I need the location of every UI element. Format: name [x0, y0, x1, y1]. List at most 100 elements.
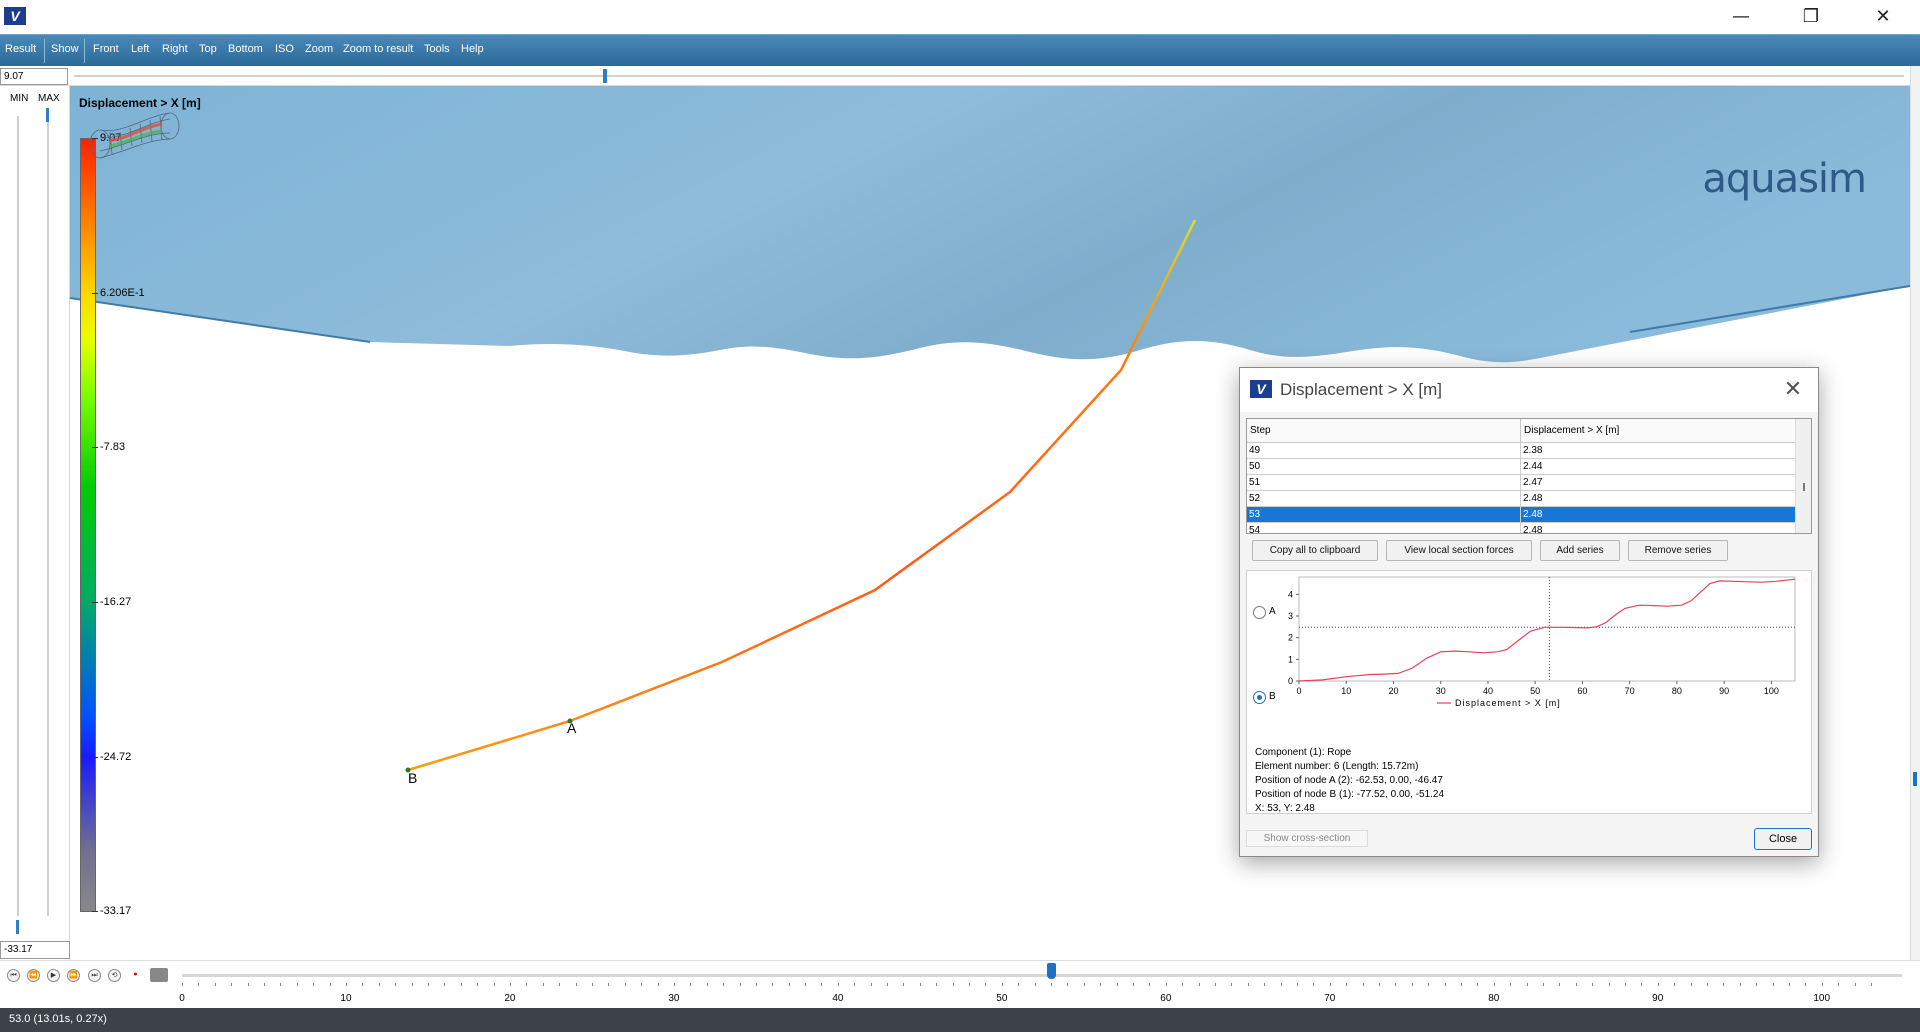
- timeline-tick-label: 40: [832, 993, 844, 1004]
- add-series-button[interactable]: Add series: [1540, 540, 1620, 561]
- timeline-tick: [723, 983, 725, 986]
- menu-left[interactable]: Left: [131, 43, 149, 55]
- displacement-chart[interactable]: 0 10 20 30 40 50 60 70 80 90 100 0 1 2 3 4 Displacement …: [1247, 571, 1813, 741]
- timeline-tick: [985, 983, 987, 986]
- menu-show[interactable]: Show: [51, 43, 79, 55]
- timeline-tick: [772, 983, 774, 986]
- minimize-button[interactable]: —: [1718, 0, 1764, 34]
- y-tick-label: 1: [1288, 654, 1293, 664]
- info-xy: X: 53, Y: 2.48: [1255, 803, 1315, 814]
- timeline-tick: [427, 983, 429, 986]
- timeline-tick: [542, 983, 544, 986]
- timeline-track[interactable]: [182, 974, 1902, 977]
- menu-zoom-to-result[interactable]: Zoom to result: [343, 43, 413, 55]
- timeline-tick: [1575, 983, 1577, 986]
- close-dialog-button[interactable]: Close: [1754, 828, 1812, 850]
- title-bar: V — ❐ ✕: [0, 0, 1920, 34]
- min-value-field[interactable]: -33.17: [0, 941, 70, 959]
- timeline-tick: [1641, 983, 1643, 986]
- timeline-tick-label: 90: [1652, 993, 1664, 1004]
- timeline-tick: [280, 983, 282, 986]
- colorbar-tick: [92, 447, 98, 448]
- menu-tools[interactable]: Tools: [424, 43, 450, 55]
- min-label: MIN: [10, 93, 29, 104]
- menu-front[interactable]: Front: [93, 43, 119, 55]
- timeline-tick: [1428, 983, 1430, 986]
- remove-series-button[interactable]: Remove series: [1628, 540, 1728, 561]
- x-tick-label: 50: [1530, 686, 1540, 696]
- x-tick-label: 100: [1764, 686, 1779, 696]
- copy-to-clipboard-button[interactable]: Copy all to clipboard: [1252, 540, 1378, 561]
- timeline-tick: [329, 983, 331, 986]
- max-slider-track[interactable]: [47, 116, 49, 916]
- table-scrollbar[interactable]: [1795, 419, 1811, 533]
- timeline-tick: [788, 983, 790, 986]
- timeline-tick: [198, 983, 200, 986]
- min-slider-thumb[interactable]: [16, 920, 19, 934]
- timeline-tick: [1657, 983, 1659, 986]
- timeline-tick: [1034, 983, 1036, 986]
- timeline-tick: [1083, 983, 1085, 986]
- timeline-tick: [1395, 983, 1397, 986]
- colorbar-tick: [92, 602, 98, 603]
- timeline-tick: [395, 983, 397, 986]
- show-cross-section-button[interactable]: Show cross-section: [1246, 830, 1368, 847]
- menu-separator: [84, 39, 85, 63]
- max-slider-thumb[interactable]: [46, 108, 49, 122]
- record-button[interactable]: ●: [129, 969, 142, 982]
- step-forward-button[interactable]: ⏩: [67, 969, 80, 982]
- timeline-tick-label: 70: [1324, 993, 1336, 1004]
- play-button[interactable]: ▶: [47, 969, 60, 982]
- y-tick-label: 2: [1288, 633, 1293, 643]
- step-back-button[interactable]: ⏪: [27, 969, 40, 982]
- timeline-tick-label: 0: [179, 993, 185, 1004]
- node-b-label: B: [408, 770, 418, 786]
- cell-displacement: 2.48: [1521, 491, 1797, 507]
- timeline-tick: [460, 983, 462, 986]
- max-value-field[interactable]: 9.07: [0, 68, 68, 85]
- table-scroll-thumb[interactable]: [1803, 483, 1805, 491]
- timeline-tick: [837, 983, 839, 986]
- timeline-tick: [1444, 983, 1446, 986]
- timeline-tick: [1264, 983, 1266, 986]
- menu-separator: [44, 39, 45, 63]
- top-slider-thumb[interactable]: [603, 69, 607, 83]
- x-tick-label: 10: [1341, 686, 1351, 696]
- timeline-tick: [1378, 983, 1380, 986]
- right-edge-thumb[interactable]: [1913, 772, 1917, 786]
- min-slider-track[interactable]: [17, 116, 19, 916]
- timeline-tick: [1821, 983, 1823, 986]
- timeline-tick: [887, 983, 889, 986]
- menu-bottom[interactable]: Bottom: [228, 43, 263, 55]
- maximize-button[interactable]: ❐: [1788, 0, 1834, 34]
- menu-iso[interactable]: ISO: [275, 43, 294, 55]
- menu-top[interactable]: Top: [199, 43, 217, 55]
- cell-displacement: 2.48: [1521, 523, 1797, 533]
- timeline-tick: [526, 983, 528, 986]
- timeline-tick: [575, 983, 577, 986]
- cell-step: 52: [1247, 491, 1521, 507]
- timeline-tick: [1313, 983, 1315, 986]
- dialog-close-icon[interactable]: ✕: [1778, 375, 1808, 405]
- column-header-displacement[interactable]: Displacement > X [m]: [1524, 425, 1619, 436]
- max-label: MAX: [38, 93, 60, 104]
- timeline-thumb[interactable]: [1047, 963, 1057, 979]
- close-window-button[interactable]: ✕: [1860, 0, 1906, 34]
- timeline-tick: [1247, 983, 1249, 986]
- camera-icon[interactable]: [150, 968, 168, 982]
- first-frame-button[interactable]: ⏮: [7, 969, 20, 982]
- menu-zoom[interactable]: Zoom: [305, 43, 333, 55]
- menu-result[interactable]: Result: [5, 43, 36, 55]
- last-frame-button[interactable]: ⏭: [88, 969, 101, 982]
- column-header-step[interactable]: Step: [1250, 425, 1271, 436]
- view-local-section-forces-button[interactable]: View local section forces: [1386, 540, 1532, 561]
- menu-right[interactable]: Right: [162, 43, 188, 55]
- loop-button[interactable]: ⟲: [108, 969, 121, 982]
- cell-step: 49: [1247, 443, 1521, 459]
- cell-displacement: 2.38: [1521, 443, 1797, 459]
- menu-help[interactable]: Help: [461, 43, 484, 55]
- timeline-tick: [214, 983, 216, 986]
- top-slider-track[interactable]: [74, 75, 1904, 77]
- results-table[interactable]: Step Displacement > X [m] 49 2.38 50 2.44 51…: [1246, 418, 1812, 534]
- right-edge-scrollbar[interactable]: [1910, 66, 1920, 962]
